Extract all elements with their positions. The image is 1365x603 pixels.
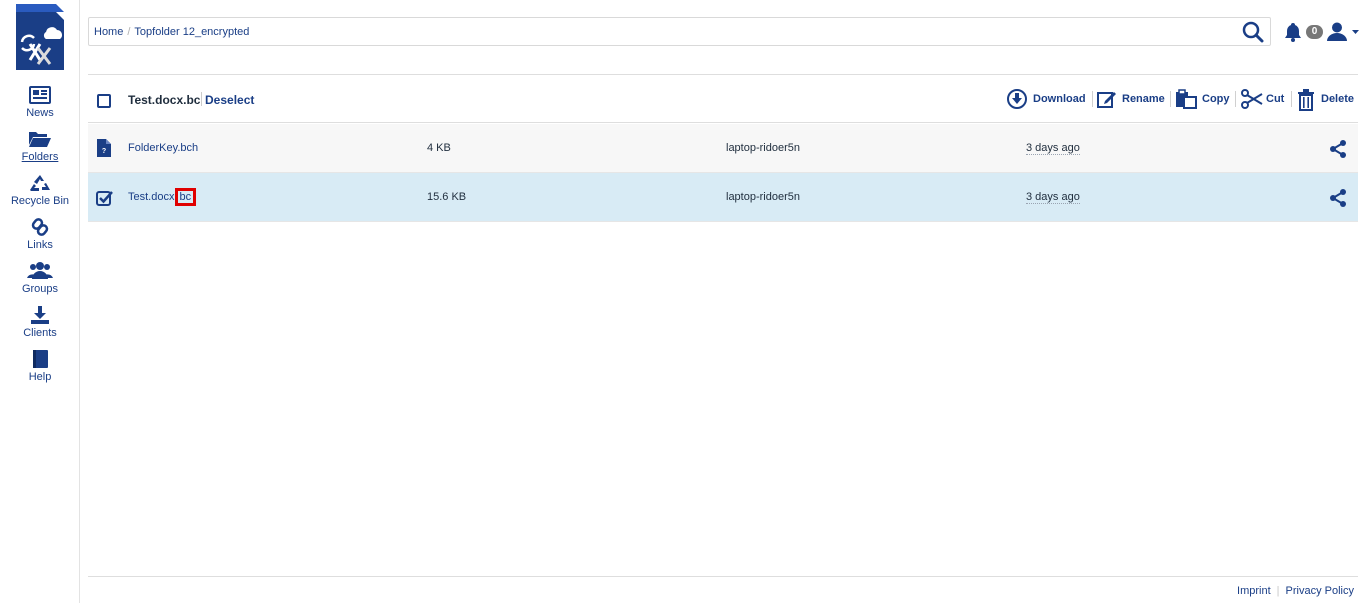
book-icon [33, 350, 48, 368]
footer: Imprint | Privacy Policy [1237, 585, 1354, 597]
search-button[interactable] [1242, 21, 1264, 43]
sidebar-item-label: Links [27, 239, 53, 251]
divider [88, 576, 1358, 577]
sidebar-item-folders[interactable]: Folders [0, 130, 80, 170]
folder-open-icon [29, 132, 51, 147]
file-icon: ? [97, 139, 111, 157]
sidebar-item-label: Help [28, 371, 52, 383]
file-row-selected[interactable]: Test.docx. bc 15.6 KB laptop-ridoer5n 3 d… [88, 173, 1358, 222]
users-icon [27, 262, 53, 279]
paste-icon [1176, 89, 1197, 109]
divider [1291, 91, 1292, 107]
sidebar: News Folders Recycle Bin Links Groups Cl… [0, 0, 80, 603]
file-size: 15.6 KB [427, 191, 467, 203]
sidebar-item-links[interactable]: Links [0, 218, 80, 258]
copy-button[interactable]: Copy [1175, 88, 1231, 110]
checked-checkbox-icon[interactable] [96, 190, 114, 206]
breadcrumb-bar: Home / Topfolder 12_encrypted [88, 17, 1271, 46]
bell-icon [1285, 23, 1301, 42]
link-icon [31, 218, 49, 236]
download-label: Download [1033, 93, 1086, 105]
sidebar-item-label: Folders [21, 151, 59, 163]
sidebar-item-help[interactable]: Help [0, 350, 80, 390]
sidebar-item-label: News [26, 107, 54, 119]
user-icon [1327, 22, 1347, 41]
file-size: 4 KB [427, 142, 451, 154]
app-logo[interactable] [16, 4, 64, 70]
trash-icon [1298, 89, 1314, 111]
sidebar-item-news[interactable]: News [0, 86, 80, 126]
sidebar-item-label: Groups [21, 283, 59, 295]
sidebar-item-label: Recycle Bin [10, 195, 70, 207]
privacy-policy-link[interactable]: Privacy Policy [1286, 585, 1354, 597]
sidebar-item-label: Clients [23, 327, 57, 339]
svg-text:?: ? [102, 148, 106, 155]
selected-item-name: Test.docx.bc [128, 93, 201, 107]
edit-icon [1097, 92, 1116, 108]
delete-button[interactable]: Delete [1297, 88, 1355, 111]
divider [201, 92, 202, 106]
download-circle-icon [1007, 89, 1027, 109]
select-all-checkbox[interactable] [97, 94, 111, 108]
share-icon [1330, 189, 1346, 207]
download-button[interactable]: Download [1007, 88, 1087, 110]
breadcrumb: Home / Topfolder 12_encrypted [94, 26, 249, 38]
divider [1092, 91, 1093, 107]
file-device: laptop-ridoer5n [726, 191, 800, 203]
deselect-button[interactable]: Deselect [205, 93, 254, 107]
copy-label: Copy [1202, 93, 1230, 105]
sidebar-item-clients[interactable]: Clients [0, 306, 80, 346]
search-icon [1242, 21, 1264, 43]
file-name[interactable]: Test.docx. bc [128, 188, 197, 206]
file-row[interactable]: ? FolderKey.bch 4 KB laptop-ridoer5n 3 d… [88, 124, 1358, 173]
rename-label: Rename [1122, 93, 1165, 105]
cut-label: Cut [1266, 93, 1285, 105]
share-button[interactable] [1328, 139, 1348, 159]
breadcrumb-current[interactable]: Topfolder 12_encrypted [134, 26, 249, 38]
imprint-link[interactable]: Imprint [1237, 585, 1271, 597]
rename-button[interactable]: Rename [1097, 88, 1167, 110]
divider [1235, 91, 1236, 107]
file-modified: 3 days ago [1026, 191, 1080, 204]
file-extension-highlight: bc [174, 188, 197, 206]
cut-button[interactable]: Cut [1241, 88, 1286, 110]
caret-down-icon [1352, 30, 1359, 34]
user-menu-button[interactable] [1326, 22, 1360, 42]
delete-label: Delete [1321, 93, 1355, 105]
file-name[interactable]: FolderKey.bch [128, 142, 198, 154]
breadcrumb-home[interactable]: Home [94, 26, 123, 38]
recycle-icon [30, 175, 50, 191]
file-modified: 3 days ago [1026, 142, 1080, 155]
divider [1170, 91, 1171, 107]
share-icon [1330, 140, 1346, 158]
file-device: laptop-ridoer5n [726, 142, 800, 154]
sidebar-item-recycle-bin[interactable]: Recycle Bin [0, 174, 80, 214]
share-button[interactable] [1328, 188, 1348, 208]
notification-count-badge: 0 [1306, 25, 1323, 39]
download-icon [31, 306, 49, 324]
selection-toolbar: Test.docx.bc Deselect Download Rename Co… [88, 75, 1358, 123]
newspaper-icon [29, 86, 51, 104]
scissors-icon [1241, 89, 1263, 109]
footer-separator: | [1276, 585, 1280, 597]
breadcrumb-separator: / [127, 26, 131, 38]
file-name-base: Test.docx. [128, 191, 178, 203]
notifications-button[interactable] [1283, 22, 1303, 42]
sidebar-item-groups[interactable]: Groups [0, 262, 80, 302]
